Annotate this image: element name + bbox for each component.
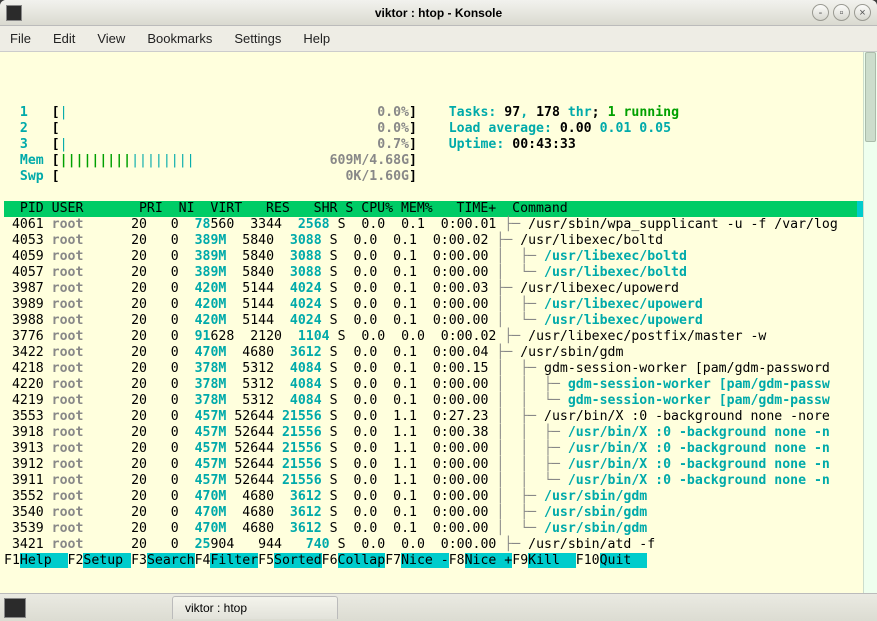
swp-meter: Swp [ 0K/1.60G] [4,169,863,185]
menubar: File Edit View Bookmarks Settings Help [0,26,877,52]
process-row[interactable]: 3552 root 20 0 470M 4680 3612 S 0.0 0.1 … [4,489,863,505]
cpu-meter-3: 3 [| 0.7%] Uptime: 00:43:33 [4,137,863,153]
process-row[interactable]: 4218 root 20 0 378M 5312 4084 S 0.0 0.1 … [4,361,863,377]
column-header[interactable]: PID USER PRI NI VIRT RES SHR S CPU% MEM%… [4,201,857,217]
cpu-meter-2: 2 [ 0.0%] Load average: 0.00 0.01 0.05 [4,121,863,137]
process-row[interactable]: 4061 root 20 0 78560 3344 2568 S 0.0 0.1… [4,217,863,233]
process-row[interactable]: 3421 root 20 0 25904 944 740 S 0.0 0.0 0… [4,537,863,553]
terminal[interactable]: 1 [| 0.0%] Tasks: 97, 178 thr; 1 running… [0,52,877,593]
process-row[interactable]: 3553 root 20 0 457M 52644 21556 S 0.0 1.… [4,409,863,425]
process-row[interactable]: 3989 root 20 0 420M 5144 4024 S 0.0 0.1 … [4,297,863,313]
process-row[interactable]: 3540 root 20 0 470M 4680 3612 S 0.0 0.1 … [4,505,863,521]
process-row[interactable]: 3988 root 20 0 420M 5144 4024 S 0.0 0.1 … [4,313,863,329]
process-row[interactable]: 4219 root 20 0 378M 5312 4084 S 0.0 0.1 … [4,393,863,409]
menu-bookmarks[interactable]: Bookmarks [147,31,212,46]
menu-file[interactable]: File [10,31,31,46]
process-row[interactable]: 4057 root 20 0 389M 5840 3088 S 0.0 0.1 … [4,265,863,281]
taskbar: viktor : htop [0,593,877,621]
process-row[interactable]: 3987 root 20 0 420M 5144 4024 S 0.0 0.1 … [4,281,863,297]
konsole-window: viktor : htop - Konsole ‐ ▫ × File Edit … [0,0,877,621]
app-icon [6,5,22,21]
maximize-button[interactable]: ▫ [833,4,850,21]
process-row[interactable]: 4053 root 20 0 389M 5840 3088 S 0.0 0.1 … [4,233,863,249]
window-title: viktor : htop - Konsole [375,6,502,20]
process-row[interactable]: 3422 root 20 0 470M 4680 3612 S 0.0 0.1 … [4,345,863,361]
process-row[interactable]: 3776 root 20 0 91628 2120 1104 S 0.0 0.0… [4,329,863,345]
process-row[interactable]: 3911 root 20 0 457M 52644 21556 S 0.0 1.… [4,473,863,489]
taskbar-konsole-icon[interactable] [4,598,26,618]
process-row[interactable]: 3912 root 20 0 457M 52644 21556 S 0.0 1.… [4,457,863,473]
menu-view[interactable]: View [97,31,125,46]
process-row[interactable]: 3539 root 20 0 470M 4680 3612 S 0.0 0.1 … [4,521,863,537]
taskbar-tab[interactable]: viktor : htop [172,596,338,619]
process-row[interactable]: 3913 root 20 0 457M 52644 21556 S 0.0 1.… [4,441,863,457]
close-button[interactable]: × [854,4,871,21]
menu-settings[interactable]: Settings [234,31,281,46]
process-row[interactable]: 4220 root 20 0 378M 5312 4084 S 0.0 0.1 … [4,377,863,393]
mem-meter: Mem [||||||||||||||||| 609M/4.68G] [4,153,863,169]
process-row[interactable]: 4059 root 20 0 389M 5840 3088 S 0.0 0.1 … [4,249,863,265]
scrollbar[interactable] [863,52,877,593]
process-row[interactable]: 3918 root 20 0 457M 52644 21556 S 0.0 1.… [4,425,863,441]
menu-edit[interactable]: Edit [53,31,75,46]
minimize-button[interactable]: ‐ [812,4,829,21]
function-key-bar[interactable]: F1Help F2Setup F3SearchF4FilterF5SortedF… [4,553,863,569]
titlebar[interactable]: viktor : htop - Konsole ‐ ▫ × [0,0,877,26]
cpu-meter-1: 1 [| 0.0%] Tasks: 97, 178 thr; 1 running [4,105,863,121]
menu-help[interactable]: Help [303,31,330,46]
scrollbar-thumb[interactable] [865,52,876,142]
